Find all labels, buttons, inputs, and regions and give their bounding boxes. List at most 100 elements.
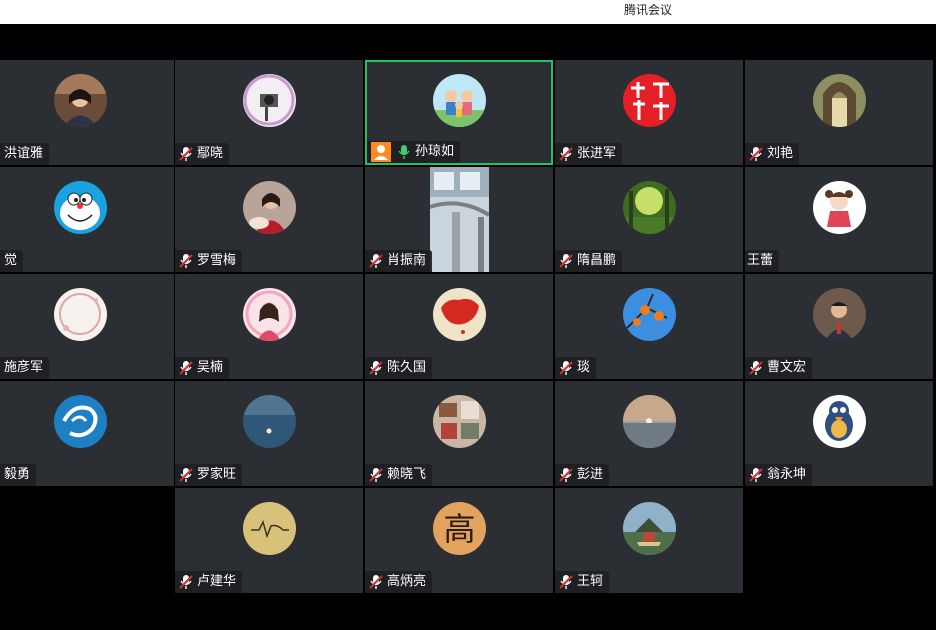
participant-name: 曹文宏 bbox=[767, 360, 807, 375]
name-bar: 罗家旺 bbox=[175, 464, 243, 486]
avatar-cartoon-doraemon bbox=[54, 181, 107, 234]
avatar-gold-signature bbox=[243, 502, 296, 555]
name-bar: 卢建华 bbox=[175, 571, 243, 593]
participant-name: 刘艳 bbox=[767, 146, 794, 161]
name-bar: 王轲 bbox=[555, 571, 610, 593]
name-bar: 施彦军 bbox=[0, 357, 50, 379]
name-bar: 翁永坤 bbox=[745, 464, 813, 486]
participant-tile-wengyongkun[interactable]: 翁永坤 bbox=[745, 381, 933, 486]
mic-muted-icon[interactable] bbox=[179, 467, 193, 483]
participant-tile-lujianhua[interactable]: 卢建华 bbox=[175, 488, 363, 593]
avatar-blue-dragon bbox=[54, 395, 107, 448]
mic-muted-icon[interactable] bbox=[179, 360, 193, 376]
participant-name: 隋昌鹏 bbox=[577, 253, 617, 268]
mic-muted-icon[interactable] bbox=[749, 467, 763, 483]
name-bar: 琰 bbox=[555, 357, 597, 379]
name-bar: 肖振南 bbox=[365, 250, 433, 272]
participant-name: 罗雪梅 bbox=[197, 253, 237, 268]
participant-name: 彭进 bbox=[577, 467, 604, 482]
mic-muted-icon[interactable] bbox=[559, 146, 573, 162]
participant-tile-pengjin[interactable]: 彭进 bbox=[555, 381, 743, 486]
participant-tile-honghuiya[interactable]: 洪谊雅 bbox=[0, 60, 174, 165]
window-title-bar: 腾讯会议 bbox=[0, 0, 936, 24]
mic-muted-icon[interactable] bbox=[559, 467, 573, 483]
mic-muted-icon[interactable] bbox=[369, 360, 383, 376]
mic-muted-icon[interactable] bbox=[369, 253, 383, 269]
participant-tile-yanxiao[interactable]: 鄢晓 bbox=[175, 60, 363, 165]
participant-tile-suichangpeng[interactable]: 隋昌鹏 bbox=[555, 167, 743, 272]
participant-name: 琰 bbox=[577, 360, 591, 375]
name-bar: 张进军 bbox=[555, 143, 623, 165]
participant-tile-wanglei[interactable]: 王蕾 bbox=[745, 167, 933, 272]
window-title: 腾讯会议 bbox=[623, 3, 672, 17]
participant-tile-liuyan[interactable]: 刘艳 bbox=[745, 60, 933, 165]
avatar-photo-camera bbox=[243, 74, 296, 127]
mic-muted-icon[interactable] bbox=[179, 253, 193, 269]
avatar-calligraphy-char: 高 bbox=[443, 510, 475, 548]
name-bar: 吴楠 bbox=[175, 357, 230, 379]
participant-tile-xiaozhennan[interactable]: 肖振南 bbox=[365, 167, 553, 272]
mic-muted-icon[interactable] bbox=[369, 574, 383, 590]
avatar-cartoon-family bbox=[433, 74, 486, 127]
participant-tile-caowenhong[interactable]: 曹文宏 bbox=[745, 274, 933, 379]
share-screen-icon[interactable] bbox=[371, 142, 391, 162]
participant-name: 洪谊雅 bbox=[4, 146, 44, 161]
name-bar: 觉 bbox=[0, 250, 24, 272]
participant-name: 王蕾 bbox=[747, 253, 774, 268]
mic-muted-icon[interactable] bbox=[179, 146, 193, 162]
name-bar: 王蕾 bbox=[745, 250, 780, 272]
name-bar: 毅勇 bbox=[0, 464, 37, 486]
name-bar: 赖晓飞 bbox=[365, 464, 433, 486]
participant-name: 赖晓飞 bbox=[387, 467, 427, 482]
name-bar: 鄢晓 bbox=[175, 143, 230, 165]
avatar-cartoon-bird bbox=[813, 395, 866, 448]
participant-tile-yiyong[interactable]: 毅勇 bbox=[0, 381, 174, 486]
participant-tile-yan[interactable]: 琰 bbox=[555, 274, 743, 379]
participant-name: 高炳亮 bbox=[387, 574, 427, 589]
participant-tile-luojiawang[interactable]: 罗家旺 bbox=[175, 381, 363, 486]
participant-name: 张进军 bbox=[577, 146, 617, 161]
participant-name: 陈久国 bbox=[387, 360, 427, 375]
avatar-calligraphy-gao: 高 bbox=[433, 502, 486, 555]
avatar-moon-sky bbox=[243, 395, 296, 448]
mic-muted-icon[interactable] bbox=[179, 574, 193, 590]
participant-tile-luoxuemei[interactable]: 罗雪梅 bbox=[175, 167, 363, 272]
participant-tile-sunqiongru[interactable]: 孙琼如 bbox=[365, 60, 553, 165]
mic-muted-icon[interactable] bbox=[749, 360, 763, 376]
name-bar: 隋昌鹏 bbox=[555, 250, 623, 272]
name-bar: 刘艳 bbox=[745, 143, 800, 165]
avatar-photo-woman-red bbox=[243, 181, 296, 234]
mic-muted-icon[interactable] bbox=[559, 574, 573, 590]
participant-tile-chenjiuguo[interactable]: 陈久国 bbox=[365, 274, 553, 379]
avatar-photo-collage bbox=[433, 395, 486, 448]
participant-name: 施彦军 bbox=[4, 360, 44, 375]
participant-name: 鄢晓 bbox=[197, 146, 224, 161]
avatar-sunset-lake bbox=[623, 395, 676, 448]
participant-tile-laixiaofei[interactable]: 赖晓飞 bbox=[365, 381, 553, 486]
name-bar: 高炳亮 bbox=[365, 571, 433, 593]
avatar-china-map bbox=[433, 288, 486, 341]
name-bar: 孙琼如 bbox=[367, 141, 461, 163]
avatar-photo-woman-pink bbox=[243, 288, 296, 341]
participant-tile-wangke[interactable]: 王轲 bbox=[555, 488, 743, 593]
name-bar: 陈久国 bbox=[365, 357, 433, 379]
mic-live-icon[interactable] bbox=[397, 144, 411, 160]
participant-name: 吴楠 bbox=[197, 360, 224, 375]
mic-muted-icon[interactable] bbox=[559, 360, 573, 376]
mic-muted-icon[interactable] bbox=[369, 467, 383, 483]
mic-muted-icon[interactable] bbox=[749, 146, 763, 162]
participant-name: 觉 bbox=[4, 253, 18, 268]
participant-tile-gaobingliang[interactable]: 高 高炳亮 bbox=[365, 488, 553, 593]
participant-name: 翁永坤 bbox=[767, 467, 807, 482]
mic-muted-icon[interactable] bbox=[559, 253, 573, 269]
camera-video-feed bbox=[430, 167, 489, 272]
name-bar: 罗雪梅 bbox=[175, 250, 243, 272]
name-bar: 彭进 bbox=[555, 464, 610, 486]
participant-tile-shiyanjun[interactable]: 施彦军 bbox=[0, 274, 174, 379]
participant-tile-zhangjinjun[interactable]: 张进军 bbox=[555, 60, 743, 165]
participant-tile-jue[interactable]: 觉 bbox=[0, 167, 174, 272]
avatar-photo-forest bbox=[623, 181, 676, 234]
participant-tile-wunan[interactable]: 吴楠 bbox=[175, 274, 363, 379]
participant-name: 孙琼如 bbox=[415, 144, 455, 159]
participant-name: 卢建华 bbox=[197, 574, 237, 589]
